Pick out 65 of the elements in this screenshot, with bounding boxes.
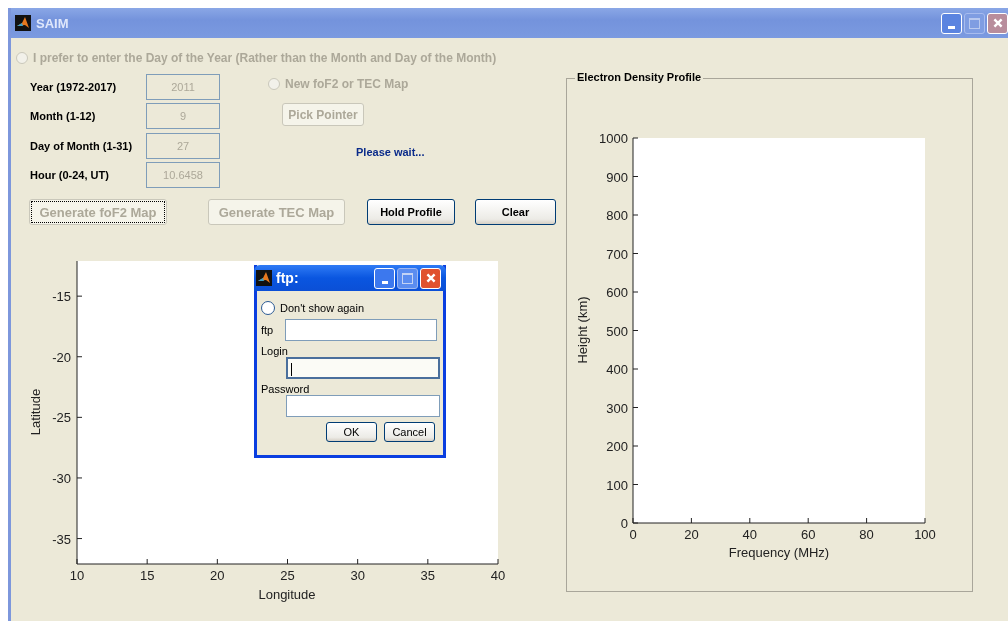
tick-label: 35 bbox=[420, 568, 436, 583]
tick-label: 30 bbox=[350, 568, 365, 583]
action-button[interactable]: Clear bbox=[475, 199, 556, 225]
tick-label: 25 bbox=[280, 568, 295, 583]
input-field[interactable] bbox=[286, 395, 440, 417]
tick-label: 0 bbox=[629, 527, 637, 542]
field-label: Login bbox=[261, 345, 289, 357]
tick-label: 15 bbox=[139, 568, 155, 583]
tick-label: 600 bbox=[606, 285, 628, 300]
tick-label: 20 bbox=[684, 527, 699, 542]
dialog-title: ftp: bbox=[276, 270, 300, 286]
tick-label: 800 bbox=[606, 208, 628, 223]
maximize-button[interactable] bbox=[397, 267, 418, 289]
radio-label: New foF2 or TEC Map bbox=[285, 77, 409, 91]
panel-title: Electron Density Profile bbox=[575, 71, 704, 83]
tick-label: 200 bbox=[606, 439, 628, 454]
radio-button[interactable] bbox=[261, 301, 275, 315]
field-label: Year (1972-2017) bbox=[30, 80, 118, 93]
logo-icon bbox=[256, 270, 272, 286]
tick-label: 60 bbox=[800, 527, 816, 542]
dialog-button[interactable]: OK bbox=[326, 422, 377, 442]
close-button[interactable] bbox=[987, 12, 1008, 34]
close-button[interactable] bbox=[420, 267, 441, 289]
minimize-button[interactable] bbox=[941, 12, 962, 34]
tick-label: 400 bbox=[606, 362, 628, 377]
field-label: Month (1-12) bbox=[30, 110, 97, 123]
tick-label: 100 bbox=[606, 477, 628, 493]
tick-label: -20 bbox=[52, 349, 71, 365]
status-text: Please wait... bbox=[356, 146, 425, 158]
window-title: SAIM bbox=[36, 15, 70, 31]
input-field[interactable] bbox=[285, 319, 437, 341]
minimize-button[interactable] bbox=[374, 267, 395, 289]
close-icon bbox=[424, 272, 437, 284]
tick-label: 700 bbox=[606, 246, 628, 262]
tick-label: 10 bbox=[69, 568, 85, 583]
tick-label: 20 bbox=[210, 568, 225, 583]
tick-label: 1000 bbox=[599, 131, 628, 146]
radio-label: I prefer to enter the Day of the Year (Rather than the Month and Day of the Month) bbox=[33, 51, 497, 65]
maximize-button[interactable] bbox=[964, 12, 985, 34]
field-label: Day of Month (1-31) bbox=[30, 139, 134, 152]
tick-label: 40 bbox=[490, 568, 506, 583]
tick-label: 0 bbox=[620, 516, 628, 531]
tick-label: 40 bbox=[742, 527, 758, 542]
axis-label: Latitude bbox=[28, 388, 43, 436]
axis-label: Frequency (MHz) bbox=[728, 545, 830, 560]
field-label: Password bbox=[261, 383, 311, 395]
field-label: ftp bbox=[261, 324, 274, 336]
close-icon bbox=[991, 17, 1004, 29]
tick-label: 80 bbox=[859, 527, 874, 542]
field-label: Hour (0-24, UT) bbox=[30, 169, 110, 182]
dialog-button[interactable]: Cancel bbox=[384, 422, 435, 442]
tick-label: -25 bbox=[52, 410, 71, 426]
tick-label: 500 bbox=[606, 323, 628, 339]
input-field[interactable] bbox=[286, 357, 440, 379]
tick-label: 100 bbox=[914, 527, 936, 542]
tick-label: -35 bbox=[52, 531, 71, 547]
tick-label: -15 bbox=[52, 289, 71, 305]
action-button[interactable]: Hold Profile bbox=[367, 199, 455, 225]
tick-label: 900 bbox=[606, 169, 628, 185]
axis-label: Height (km) bbox=[575, 296, 590, 364]
tick-label: -30 bbox=[52, 470, 71, 486]
tick-label: 300 bbox=[606, 400, 628, 416]
axis-label: Longitude bbox=[258, 587, 316, 602]
logo-icon bbox=[15, 15, 31, 31]
radio-label: Don't show again bbox=[280, 302, 365, 314]
